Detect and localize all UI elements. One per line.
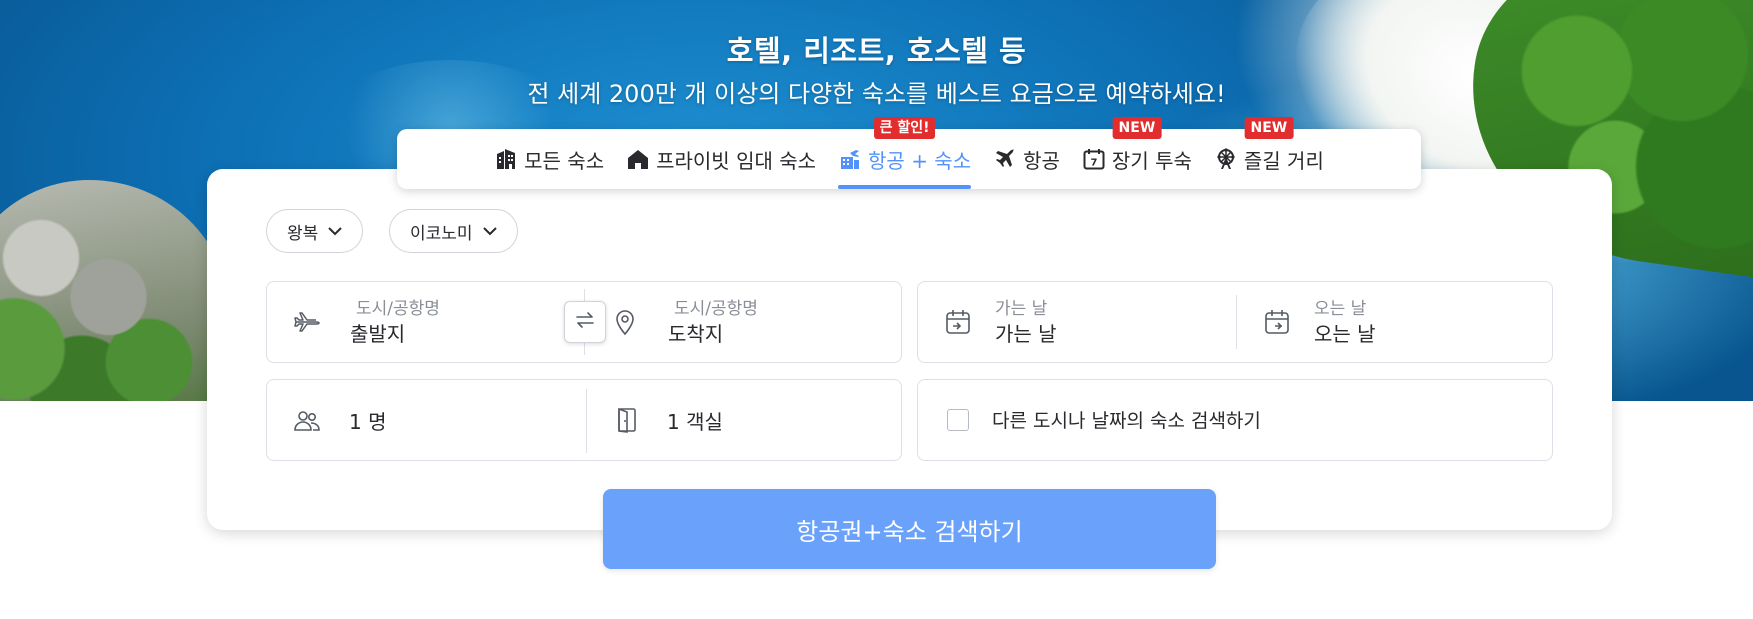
calendar-7-icon: 7	[1082, 147, 1106, 171]
flight-hotel-icon	[838, 147, 862, 171]
travelers-field[interactable]: 1 명	[267, 380, 585, 460]
tab-activities[interactable]: NEW 즐길 거리	[1214, 117, 1324, 189]
tab-label: 항공	[1023, 148, 1060, 173]
travelers-value: 1 명	[349, 410, 387, 434]
rooms-field[interactable]: 1 객실	[587, 380, 901, 460]
chevron-down-icon	[482, 221, 497, 241]
destination-label: 도시/공항명	[674, 299, 758, 319]
departure-plane-icon	[293, 308, 321, 336]
search-card: 왕복 이코노미 도시/공항명 출발지 도시/공항명 도착지 가는 날 가는 날 …	[207, 169, 1612, 530]
depart-value: 가는 날	[995, 322, 1057, 346]
hero-cliff-decoration	[0, 180, 230, 401]
airplane-icon	[993, 147, 1017, 171]
cabin-class-dropdown[interactable]: 이코노미	[389, 209, 518, 253]
tab-flight-hotel[interactable]: 큰 할인! 항공 + 숙소	[838, 117, 972, 189]
rooms-value: 1 객실	[667, 410, 723, 434]
swap-arrows-icon	[574, 309, 596, 335]
chevron-down-icon	[328, 221, 342, 241]
depart-date-field[interactable]: 가는 날 가는 날	[918, 282, 1234, 362]
ferris-wheel-icon	[1214, 147, 1238, 171]
trip-type-dropdown[interactable]: 왕복	[266, 209, 364, 253]
tab-flights[interactable]: 항공	[993, 129, 1060, 189]
location-pin-icon	[611, 308, 639, 336]
hero-subtitle: 전 세계 200만 개 이상의 다양한 숙소를 베스트 요금으로 예약하세요!	[527, 80, 1226, 108]
tab-label: 프라이빗 임대 숙소	[656, 148, 817, 173]
new-badge: NEW	[1244, 117, 1294, 139]
people-icon	[293, 406, 321, 434]
return-value: 오는 날	[1314, 322, 1376, 346]
tab-label: 항공 + 숙소	[868, 148, 972, 173]
discount-badge: 큰 할인!	[873, 117, 936, 139]
other-city-label[interactable]: 다른 도시나 날짜의 숙소 검색하기	[992, 406, 1261, 433]
cabin-class-value: 이코노미	[410, 223, 473, 244]
origin-label: 도시/공항명	[356, 299, 440, 319]
swap-route-button[interactable]	[564, 301, 606, 343]
origin-value: 출발지	[350, 322, 406, 346]
hotel-building-icon	[494, 147, 518, 171]
tab-label: 장기 투숙	[1111, 148, 1192, 173]
destination-field[interactable]: 도시/공항명 도착지	[585, 282, 901, 362]
tab-long-stay[interactable]: NEW 7 장기 투숙	[1082, 117, 1192, 189]
new-badge: NEW	[1112, 117, 1162, 139]
search-button[interactable]: 항공권+숙소 검색하기	[603, 489, 1216, 569]
tab-all-accommodations[interactable]: 모든 숙소	[494, 129, 604, 189]
depart-label: 가는 날	[995, 299, 1048, 319]
tab-label: 모든 숙소	[524, 148, 605, 173]
house-icon	[626, 147, 650, 171]
return-label: 오는 날	[1314, 299, 1367, 319]
trip-type-value: 왕복	[287, 223, 319, 244]
calendar-depart-icon	[944, 308, 972, 336]
door-icon	[613, 406, 641, 434]
tab-private-rentals[interactable]: 프라이빗 임대 숙소	[626, 129, 816, 189]
calendar-return-icon	[1263, 308, 1291, 336]
hero-title: 호텔, 리조트, 호스텔 등	[726, 34, 1027, 68]
other-city-checkbox[interactable]	[947, 409, 969, 431]
origin-field[interactable]: 도시/공항명 출발지	[267, 282, 583, 362]
tab-label: 즐길 거리	[1243, 148, 1324, 173]
destination-value: 도착지	[668, 322, 724, 346]
product-tabs: 모든 숙소 프라이빗 임대 숙소 큰 할인! 항공 + 숙소 항공 NEW 7 …	[397, 117, 1421, 189]
svg-text:7: 7	[1090, 158, 1097, 169]
return-date-field[interactable]: 오는 날 오는 날	[1237, 282, 1552, 362]
